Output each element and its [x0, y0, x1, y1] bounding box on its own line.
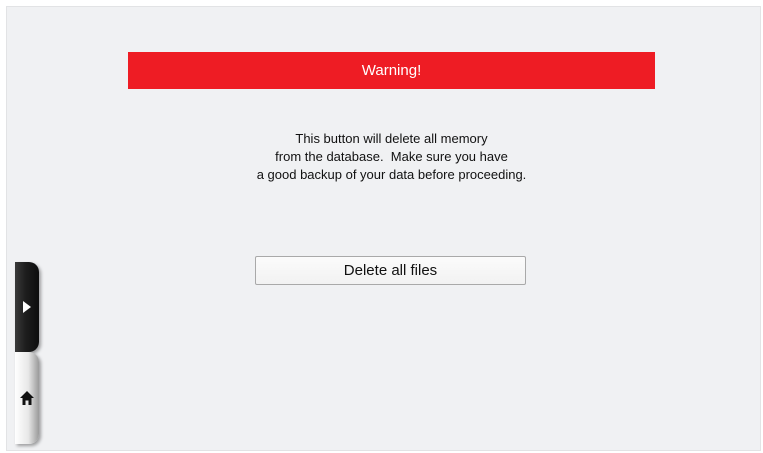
warning-banner: Warning!	[128, 52, 655, 89]
side-tab-forward[interactable]	[15, 262, 39, 352]
delete-all-files-button[interactable]: Delete all files	[255, 256, 526, 285]
play-arrow-icon	[23, 301, 31, 313]
screen-panel: Warning! This button will delete all mem…	[6, 6, 761, 451]
side-tab-home[interactable]	[15, 352, 39, 444]
home-icon	[20, 391, 34, 405]
message-line: This button will delete all memory	[295, 131, 488, 146]
warning-message: This button will delete all memory from …	[128, 130, 655, 184]
warning-title: Warning!	[361, 62, 422, 79]
message-line: a good backup of your data before procee…	[256, 167, 527, 182]
message-line: from the database. Make sure you have	[275, 149, 508, 164]
